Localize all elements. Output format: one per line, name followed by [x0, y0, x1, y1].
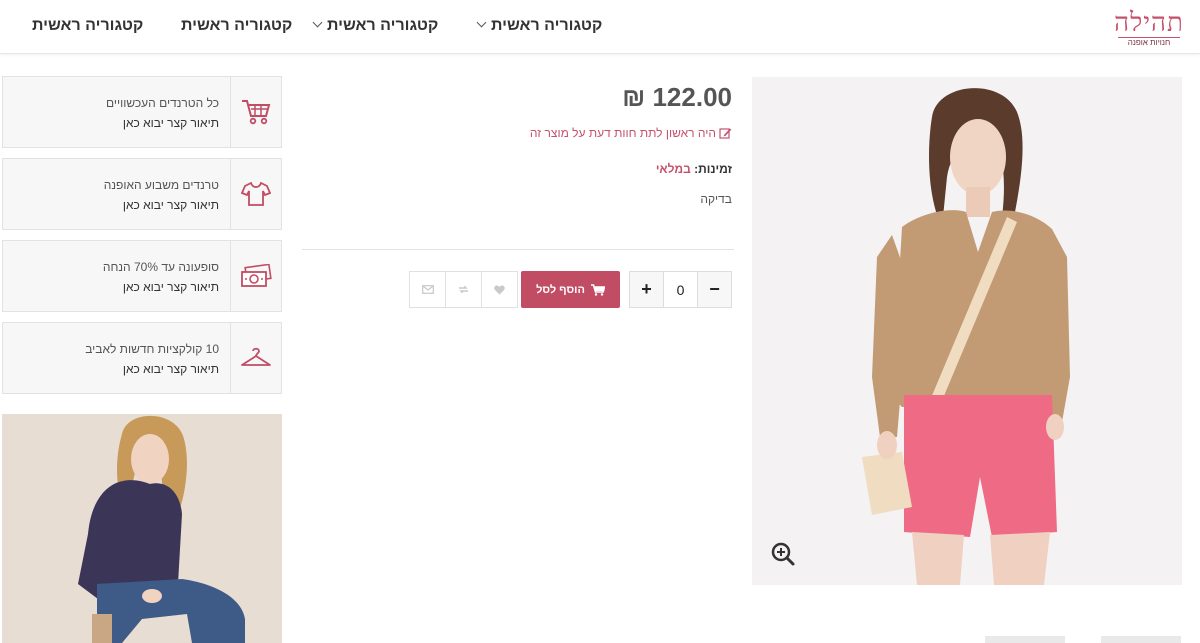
chevron-down-icon [312, 17, 323, 28]
feature-title: סופעונה עד 70% הנחה [102, 260, 219, 274]
feature-subtitle: תיאור קצר יבוא כאן [122, 362, 219, 376]
nav-item-2[interactable]: קטגוריה ראשית [312, 17, 439, 39]
feature-box[interactable]: סופעונה עד 70% הנחה תיאור קצר יבוא כאן [2, 240, 282, 312]
review-link-text: היה ראשון לתת חוות דעת על מוצר זה [529, 126, 716, 140]
heart-icon [494, 285, 505, 294]
feature-subtitle: תיאור קצר יבוא כאן [122, 116, 219, 130]
shopping-cart-icon [230, 77, 281, 147]
site-logo[interactable]: תהילה חנויות אופנה [1114, 9, 1184, 49]
shirt-icon [230, 159, 281, 229]
nav-item-label: קטגוריה ראשית [181, 17, 293, 34]
feature-subtitle: תיאור קצר יבוא כאן [122, 198, 219, 212]
add-to-cart-button[interactable]: הוסף לסל [521, 271, 620, 308]
feature-box[interactable]: טרנדים משבוע האופנה תיאור קצר יבוא כאן [2, 158, 282, 230]
email-friend-button[interactable] [409, 271, 446, 308]
nav-item-1[interactable]: קטגוריה ראשית [476, 17, 603, 39]
divider [302, 249, 734, 250]
availability: זמינות: במלאי [560, 162, 732, 176]
nav-item-label: קטגוריה ראשית [327, 17, 439, 34]
thumbnail[interactable] [1101, 636, 1181, 643]
chevron-down-icon [476, 17, 487, 28]
nav-item-4[interactable]: קטגוריה ראשית [32, 17, 143, 39]
feature-title: 10 קולקציות חדשות לאביב [85, 342, 219, 356]
qty-decrease-button[interactable]: − [697, 271, 732, 308]
edit-icon [719, 128, 732, 139]
feature-title: כל הטרנדים העכשוויים [105, 96, 219, 110]
nav-item-3[interactable]: קטגוריה ראשית [181, 17, 292, 39]
availability-label: זמינות: [694, 162, 732, 176]
first-review-link[interactable]: היה ראשון לתת חוות דעת על מוצר זה [460, 126, 732, 140]
envelope-icon [421, 285, 434, 294]
wishlist-button[interactable] [481, 271, 518, 308]
compare-icon [459, 285, 468, 294]
cart-icon [590, 283, 605, 296]
hanger-icon [230, 323, 281, 393]
nav-item-label: קטגוריה ראשית [32, 17, 144, 34]
add-to-cart-label: הוסף לסל [536, 283, 585, 296]
product-image[interactable] [752, 77, 1182, 585]
promo-photo [2, 414, 282, 643]
availability-value: במלאי [655, 162, 691, 176]
qty-increase-button[interactable]: + [629, 271, 664, 308]
logo-sub-text: חנויות אופנה [1118, 37, 1180, 48]
thumbnail[interactable] [985, 636, 1065, 643]
zoom-icon[interactable] [770, 541, 796, 567]
product-price: 122.00 ₪ [622, 82, 732, 112]
feature-box[interactable]: 10 קולקציות חדשות לאביב תיאור קצר יבוא כ… [2, 322, 282, 394]
nav-item-label: קטגוריה ראשית [491, 17, 603, 34]
feature-subtitle: תיאור קצר יבוא כאן [122, 280, 219, 294]
feature-title: טרנדים משבוע האופנה [103, 178, 219, 192]
compare-button[interactable] [445, 271, 482, 308]
logo-main-text: תהילה [1114, 8, 1184, 38]
quantity-input[interactable]: 0 [663, 271, 698, 308]
feature-box[interactable]: כל הטרנדים העכשוויים תיאור קצר יבוא כאן [2, 76, 282, 148]
money-icon [230, 241, 281, 311]
product-description: בדיקה [700, 192, 732, 206]
product-photo [752, 77, 1182, 585]
site-header: תהילה חנויות אופנה קטגוריה ראשית קטגוריה… [0, 0, 1200, 54]
promo-banner[interactable] [2, 414, 282, 643]
